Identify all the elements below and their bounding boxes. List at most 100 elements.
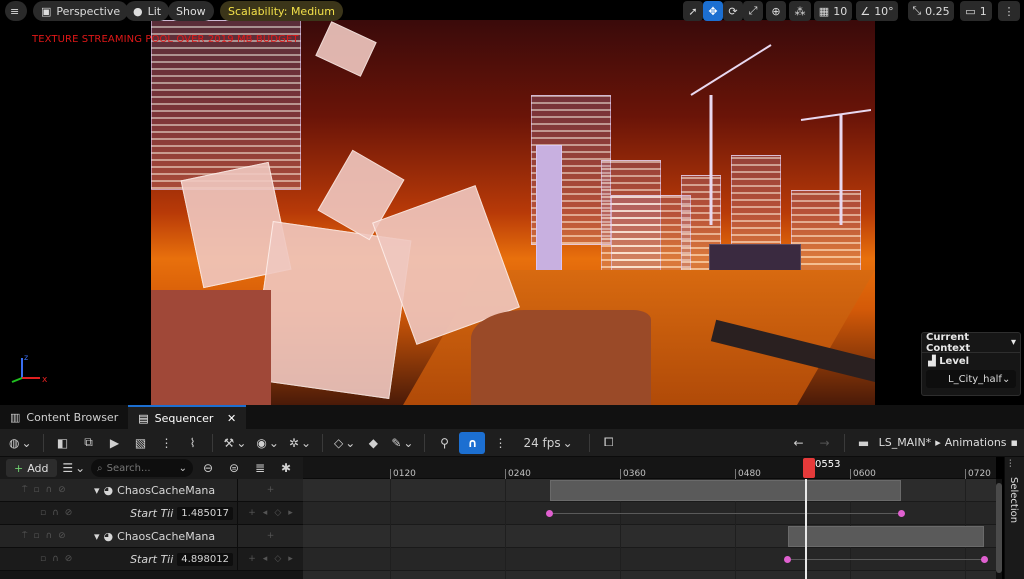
keyframe[interactable] bbox=[546, 510, 553, 517]
viewport-options-button[interactable]: ⋮ bbox=[998, 1, 1020, 21]
viewport-scene-render[interactable] bbox=[151, 20, 875, 405]
curve-editor-button[interactable]: ⌇ bbox=[182, 432, 204, 454]
key-interpolation-button[interactable]: ◇ ⌄ bbox=[331, 432, 358, 454]
show-button[interactable]: Show bbox=[168, 1, 214, 21]
track-row[interactable]: ⍑ ▫ ∩ ⊘ ▾ ◕ ChaosCacheMana + bbox=[0, 524, 303, 548]
outliner-settings-button[interactable]: ✱ bbox=[275, 457, 297, 479]
rotate-tool-button[interactable]: ⟳ bbox=[723, 1, 743, 21]
track-row[interactable]: ⍑ ▫ ∩ ⊘ ▾ ◕ ChaosCacheMana + bbox=[0, 478, 303, 502]
find-in-browser-button[interactable]: ⧉ bbox=[78, 432, 100, 454]
lit-button[interactable]: ● Lit bbox=[125, 1, 170, 21]
level-viewport[interactable]: ≡ ▣ Perspective ● Lit Show Scalability: … bbox=[0, 0, 1024, 405]
view-options-button[interactable]: ◉ ⌄ bbox=[253, 432, 282, 454]
mute-icon[interactable]: ⊘ bbox=[65, 508, 73, 518]
playhead-handle[interactable] bbox=[803, 458, 815, 478]
search-input[interactable]: ⌕ Search... ⌄ bbox=[91, 459, 193, 477]
scalability-button[interactable]: Scalability: Medium bbox=[220, 1, 343, 21]
scale-snap-button[interactable]: ⤡ 0.25 bbox=[908, 1, 954, 21]
chevron-down-icon[interactable]: ▾ bbox=[94, 484, 100, 497]
scale-tool-button[interactable]: ⤢ bbox=[743, 1, 763, 21]
time-ruler[interactable]: 0120 0240 0360 0480 0600 0720 0553 bbox=[303, 457, 996, 479]
selection-tab[interactable]: Selection bbox=[1008, 477, 1019, 523]
lock-icon[interactable]: ▫ bbox=[40, 554, 46, 564]
add-key-icon[interactable]: ◇ bbox=[274, 554, 281, 564]
tab-content-browser[interactable]: ▥ Content Browser bbox=[0, 405, 128, 429]
current-context-header[interactable]: Current Context ▾ bbox=[922, 332, 1020, 354]
prev-key-icon[interactable]: ◂ bbox=[263, 508, 268, 518]
rotation-snap-button[interactable]: ∠ 10° bbox=[856, 1, 898, 21]
property-row[interactable]: ▫ ∩ ⊘ Start Tii 4.898012 + ◂ ◇ ▸ bbox=[0, 547, 303, 571]
plus-icon[interactable]: + bbox=[248, 554, 256, 564]
expand-button[interactable]: ⊜ bbox=[223, 457, 245, 479]
list-view-button[interactable]: ≣ bbox=[249, 457, 271, 479]
surface-snap-button[interactable]: ⁂ bbox=[789, 1, 811, 21]
world-space-button[interactable]: ⊕ bbox=[766, 1, 786, 21]
next-key-icon[interactable]: ▸ bbox=[288, 554, 293, 564]
property-value-field[interactable]: 4.898012 bbox=[177, 552, 233, 566]
select-tool-button[interactable]: ➚ bbox=[683, 1, 703, 21]
add-subtrack-button[interactable]: + bbox=[237, 524, 303, 548]
plus-icon[interactable]: + bbox=[248, 508, 256, 518]
mute-icon[interactable]: ⊘ bbox=[58, 485, 66, 495]
move-tool-button[interactable]: ✥ bbox=[703, 1, 723, 21]
keyframe[interactable] bbox=[981, 556, 988, 563]
snap-options-button[interactable]: ⋮ bbox=[489, 432, 511, 454]
filter-button[interactable]: ☰ ⌄ bbox=[61, 457, 88, 479]
track-timeline[interactable] bbox=[303, 479, 996, 579]
plus-icon: + bbox=[266, 485, 275, 495]
forward-button[interactable]: → bbox=[814, 432, 836, 454]
level-dropdown[interactable]: L_City_half ⌄ bbox=[926, 370, 1016, 388]
edit-mode-button[interactable]: ✎ ⌄ bbox=[388, 432, 416, 454]
close-icon[interactable]: ✕ bbox=[227, 412, 236, 425]
camera-speed-button[interactable]: ▭ 1 bbox=[960, 1, 992, 21]
collapse-button[interactable]: ⊖ bbox=[197, 457, 219, 479]
vertical-scrollbar[interactable] bbox=[996, 479, 1002, 579]
add-key-icon[interactable]: ◇ bbox=[274, 508, 281, 518]
more-options-button[interactable]: ⋮ bbox=[156, 432, 178, 454]
lock-icon[interactable]: ▫ bbox=[40, 508, 46, 518]
scrollbar-thumb[interactable] bbox=[996, 483, 1002, 573]
settings-menu-button[interactable]: ⚒ ⌄ bbox=[221, 432, 250, 454]
sequence-folder-button[interactable]: ▬ bbox=[853, 432, 875, 454]
prev-key-icon[interactable]: ◂ bbox=[263, 554, 268, 564]
world-menu-button[interactable]: ◍ ⌄ bbox=[6, 432, 35, 454]
pin-icon[interactable]: ⍑ bbox=[22, 485, 27, 495]
headphones-icon[interactable]: ∩ bbox=[46, 485, 53, 495]
cache-section[interactable] bbox=[550, 480, 901, 501]
grid-snap-button[interactable]: ▦ 10 bbox=[814, 1, 852, 21]
breadcrumb-sequence[interactable]: LS_MAIN* bbox=[879, 436, 932, 449]
tab-sequencer[interactable]: ▤ Sequencer ✕ bbox=[128, 405, 247, 429]
headphones-icon[interactable]: ∩ bbox=[52, 508, 59, 518]
keyframe[interactable] bbox=[784, 556, 791, 563]
snap-toggle-button[interactable]: ∩ bbox=[459, 431, 486, 454]
headphones-icon[interactable]: ∩ bbox=[52, 554, 59, 564]
add-track-button[interactable]: + Add bbox=[6, 459, 57, 477]
lock-icon[interactable]: ▫ bbox=[33, 485, 39, 495]
pin-icon[interactable]: ⍑ bbox=[22, 531, 27, 541]
back-button[interactable]: ← bbox=[788, 432, 810, 454]
viewport-menu-button[interactable]: ≡ bbox=[5, 1, 27, 21]
mute-icon[interactable]: ⊘ bbox=[65, 554, 73, 564]
lock-icon[interactable]: ▫ bbox=[33, 531, 39, 541]
marker-button[interactable]: ⚲ bbox=[433, 432, 455, 454]
next-key-icon[interactable]: ▸ bbox=[288, 508, 293, 518]
property-row[interactable]: ▫ ∩ ⊘ Start Tii 1.485017 + ◂ ◇ ▸ bbox=[0, 501, 303, 525]
perspective-button[interactable]: ▣ Perspective bbox=[33, 1, 129, 21]
add-subtrack-button[interactable]: + bbox=[237, 478, 303, 502]
keyframe[interactable] bbox=[898, 510, 905, 517]
sliders-icon[interactable]: ⫶ bbox=[1009, 459, 1012, 470]
cache-section[interactable] bbox=[788, 526, 984, 547]
render-movie-button[interactable]: ▧ bbox=[130, 432, 152, 454]
chevron-down-icon[interactable]: ▾ bbox=[94, 530, 100, 543]
playback-range-button[interactable]: ⧠ bbox=[598, 432, 620, 454]
mute-icon[interactable]: ⊘ bbox=[58, 531, 66, 541]
property-value-field[interactable]: 1.485017 bbox=[177, 506, 233, 520]
add-actor-button[interactable]: ◧ bbox=[52, 432, 74, 454]
headphones-icon[interactable]: ∩ bbox=[46, 531, 53, 541]
add-camera-button[interactable]: ▶ bbox=[104, 432, 126, 454]
breadcrumb-child[interactable]: Animations bbox=[945, 436, 1007, 449]
frame-rate-dropdown[interactable]: 24 fps ⌄ bbox=[515, 432, 580, 454]
lock-icon[interactable]: ▪ bbox=[1011, 436, 1018, 449]
playback-options-button[interactable]: ✲ ⌄ bbox=[286, 432, 314, 454]
auto-key-button[interactable]: ◆ bbox=[362, 432, 384, 454]
